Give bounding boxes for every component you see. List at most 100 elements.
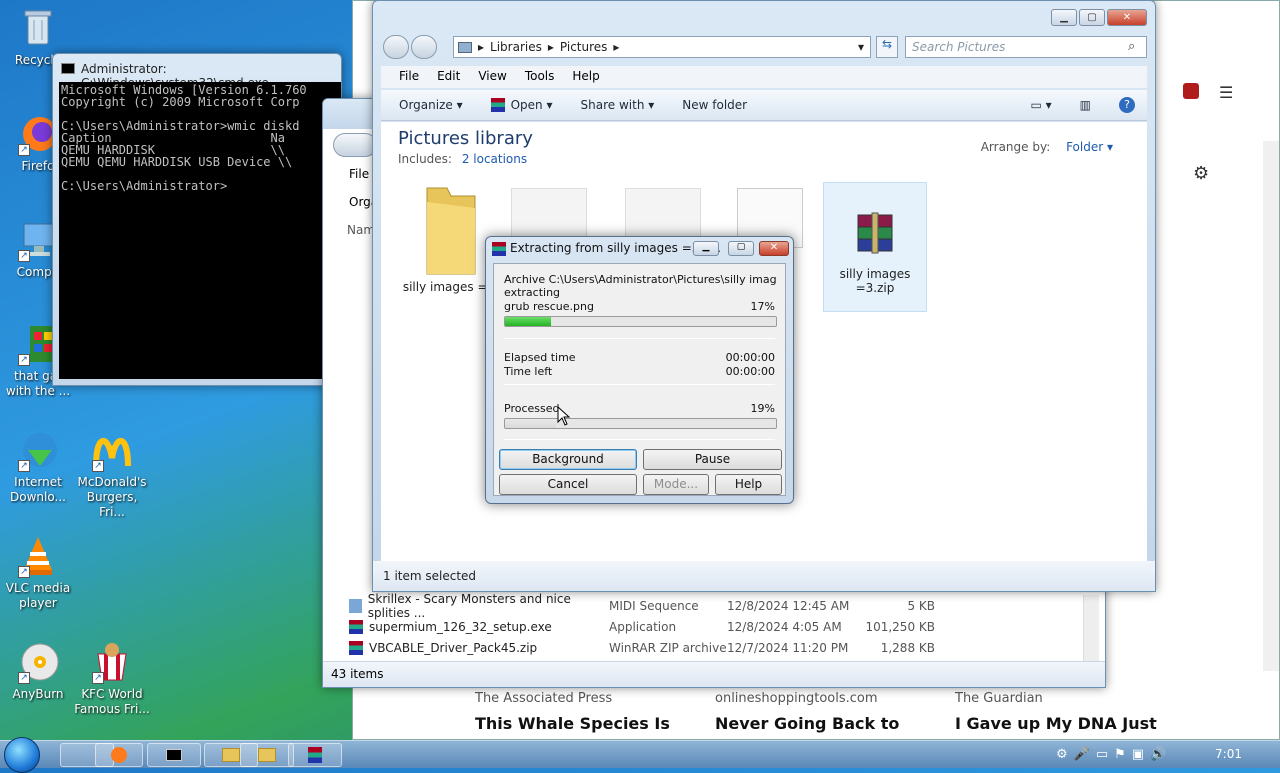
share-label: Share with xyxy=(580,98,645,112)
back-scrollbar[interactable] xyxy=(1083,595,1099,661)
open-button[interactable]: Open ▾ xyxy=(490,97,553,113)
dialog-maximize-button[interactable]: ▢ xyxy=(728,241,754,256)
background-button[interactable]: Background xyxy=(499,449,637,470)
menu-tools[interactable]: Tools xyxy=(525,69,555,85)
breadcrumb-pictures[interactable]: Pictures xyxy=(560,40,608,54)
winrar-icon xyxy=(308,747,322,763)
menu-help[interactable]: Help xyxy=(572,69,599,85)
file-name: Skrillex - Scary Monsters and nice split… xyxy=(367,591,571,620)
dialog-minimize-button[interactable]: ▁ xyxy=(693,241,719,256)
breadcrumb-separator: ▸ xyxy=(613,40,620,54)
file-type: MIDI Sequence xyxy=(609,598,699,613)
back-menu-file[interactable]: File xyxy=(349,167,369,181)
news-card-3[interactable]: The Guardian I Gave up My DNA Just xyxy=(955,691,1185,733)
library-icon xyxy=(458,41,472,53)
forward-arrow-icon[interactable] xyxy=(411,35,437,59)
maximize-button[interactable]: ▢ xyxy=(1079,9,1105,26)
elapsed-value: 00:00:00 xyxy=(725,351,775,364)
extract-dialog[interactable]: Extracting from silly images =3.z... ▁ ▢… xyxy=(485,236,794,504)
view-options-icon[interactable]: ▭ ▾ xyxy=(1030,98,1051,112)
browser-menu-icon[interactable]: ☰ xyxy=(1219,83,1233,102)
news-card-1[interactable]: The Associated Press This Whale Species … xyxy=(475,691,705,733)
back-name-column[interactable]: Nam xyxy=(347,223,375,237)
taskbar-winrar-button[interactable] xyxy=(288,743,342,767)
arrange-label: Arrange by: xyxy=(980,140,1051,154)
mode-button[interactable]: Mode... xyxy=(643,474,709,495)
includes-label: Includes: xyxy=(398,152,452,166)
separator xyxy=(504,439,775,440)
news-card-2[interactable]: onlineshoppingtools.com Never Going Back… xyxy=(715,691,945,733)
internet-download-icon: ↗ xyxy=(16,428,60,472)
file-date: 12/8/2024 12:45 AM xyxy=(727,598,850,613)
browser-scrollbar[interactable] xyxy=(1263,141,1279,671)
back-nav-buttons[interactable] xyxy=(333,133,377,157)
arrange-dropdown[interactable]: Folder ▾ xyxy=(1066,140,1113,154)
desktop-icon-kfc[interactable]: ↗ KFC World Famous Fri... xyxy=(74,640,150,717)
news-headline[interactable]: I Gave up My DNA Just xyxy=(955,714,1185,733)
file-progress-bar xyxy=(504,316,777,327)
cancel-button[interactable]: Cancel xyxy=(499,474,637,495)
taskbar-explorer-button-2[interactable] xyxy=(240,743,294,767)
kfc-icon: ↗ xyxy=(90,640,134,684)
file-percent: 17% xyxy=(750,300,775,313)
file-progress-fill xyxy=(505,317,552,326)
address-bar[interactable]: ▸ Libraries ▸ Pictures ▸ ▾ xyxy=(453,36,871,58)
organize-label: Organize xyxy=(399,98,453,112)
desktop-icon-label: AnyBurn xyxy=(12,687,64,701)
chevron-down-icon[interactable]: ▾ xyxy=(858,40,864,54)
back-forward-buttons[interactable] xyxy=(383,35,437,59)
file-size: 101,250 KB xyxy=(865,619,935,634)
menu-view[interactable]: View xyxy=(478,69,506,85)
minimize-button[interactable]: ▁ xyxy=(1051,9,1077,26)
news-headline[interactable]: This Whale Species Is xyxy=(475,714,705,733)
file-type: Application xyxy=(609,619,677,634)
shortcut-arrow-icon: ↗ xyxy=(18,250,30,262)
arrange-value: Folder xyxy=(1066,140,1104,154)
clock[interactable]: 7:01 xyxy=(1215,747,1242,761)
close-button[interactable]: ✕ xyxy=(1107,9,1147,26)
folder-icon xyxy=(258,748,276,762)
taskbar-firefox-button[interactable] xyxy=(95,743,143,767)
locations-link[interactable]: 2 locations xyxy=(462,152,527,166)
news-headline[interactable]: Never Going Back to xyxy=(715,714,945,733)
table-row[interactable]: supermium_126_32_setup.exe Application 1… xyxy=(349,616,1081,637)
zip-file-item[interactable]: silly images =3.zip xyxy=(823,182,927,312)
refresh-button[interactable]: ⇆ xyxy=(876,36,898,58)
command-bar: Organize ▾ Open ▾ Share with ▾ New folde… xyxy=(381,90,1147,121)
dialog-close-button[interactable]: ✕ xyxy=(759,241,789,256)
ublock-icon[interactable] xyxy=(1183,83,1199,99)
processed-progress-bar xyxy=(504,418,777,429)
desktop-icon-vlc[interactable]: ↗ VLC media player xyxy=(0,534,76,611)
menu-file[interactable]: File xyxy=(399,69,419,85)
desktop-icon-anyburn[interactable]: ↗ AnyBurn xyxy=(0,640,76,702)
help-button[interactable]: Help xyxy=(715,474,782,495)
cmd-window[interactable]: Administrator: C:\Windows\system32\cmd.e… xyxy=(52,53,342,386)
back-arrow-icon[interactable] xyxy=(383,35,409,59)
taskbar: ⚙🎤▭⚑▣🔊 7:01 xyxy=(0,737,1280,773)
news-source: onlineshoppingtools.com xyxy=(715,691,878,706)
desktop-icon-mcdonalds[interactable]: ↗ McDonald's Burgers, Fri... xyxy=(74,428,150,520)
table-row[interactable]: Skrillex - Scary Monsters and nice split… xyxy=(349,592,1081,620)
taskbar-cmd-button[interactable] xyxy=(147,743,201,767)
new-folder-button[interactable]: New folder xyxy=(682,98,747,112)
table-row[interactable]: VBCABLE_Driver_Pack45.zip WinRAR ZIP arc… xyxy=(349,637,1081,658)
preview-pane-icon[interactable]: ▥ xyxy=(1080,98,1091,112)
desktop-icon-label: McDonald's Burgers, Fri... xyxy=(77,475,147,519)
file-type: WinRAR ZIP archive xyxy=(609,640,727,655)
time-left-label: Time left xyxy=(504,365,553,378)
share-with-button[interactable]: Share with ▾ xyxy=(581,98,655,112)
anyburn-icon: ↗ xyxy=(16,640,60,684)
open-label: Open xyxy=(510,97,543,112)
file-date: 12/7/2024 11:20 PM xyxy=(727,640,849,655)
menu-edit[interactable]: Edit xyxy=(437,69,460,85)
help-icon[interactable]: ? xyxy=(1119,97,1135,113)
breadcrumb-libraries[interactable]: Libraries xyxy=(490,40,542,54)
tray-icons[interactable]: ⚙🎤▭⚑▣🔊 xyxy=(1056,747,1172,762)
cmd-console-output[interactable]: Microsoft Windows [Version 6.1.760 Copyr… xyxy=(59,82,341,379)
search-input[interactable]: Search Pictures xyxy=(905,36,1147,58)
desktop-icon-internet-download[interactable]: ↗ Internet Downlo... xyxy=(0,428,76,505)
organize-button[interactable]: Organize ▾ xyxy=(399,98,463,112)
search-icon[interactable]: ⌕ xyxy=(1128,39,1135,54)
pause-button[interactable]: Pause xyxy=(643,449,782,470)
browser-settings-icon[interactable]: ⚙ xyxy=(1193,163,1209,184)
